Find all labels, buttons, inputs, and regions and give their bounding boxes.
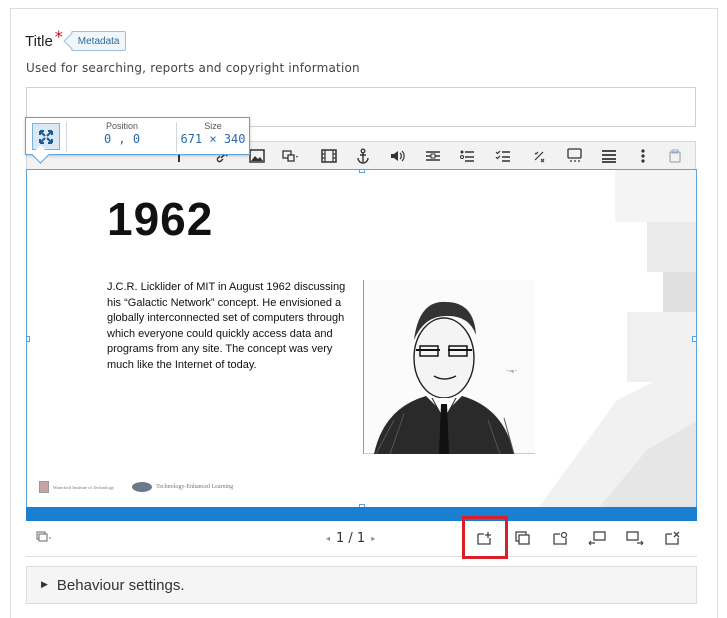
behaviour-settings-toggle[interactable]: ▶ Behaviour settings. bbox=[26, 566, 697, 604]
slide-counter: 1 / 1 bbox=[336, 531, 366, 546]
more-icon[interactable] bbox=[631, 144, 655, 168]
prev-slide-button[interactable]: ◂ bbox=[326, 534, 330, 543]
tel-logo: Technology-Enhanced Learning bbox=[132, 482, 233, 492]
resize-handle-left[interactable] bbox=[27, 336, 30, 342]
wit-logo: Waterford Institute of Technology bbox=[39, 481, 114, 493]
position-value[interactable]: 0 , 0 bbox=[70, 132, 174, 146]
fill-in-blanks-icon[interactable] bbox=[421, 144, 445, 168]
slide-paragraph: J.C.R. Licklider of MIT in August 1962 d… bbox=[107, 281, 346, 371]
copy-slides-icon bbox=[36, 531, 51, 542]
video-icon[interactable] bbox=[317, 144, 341, 168]
fit-to-slide-button[interactable] bbox=[32, 123, 60, 150]
behaviour-settings-label: Behaviour settings. bbox=[56, 576, 185, 594]
delete-slide-icon bbox=[665, 531, 680, 545]
licklider-portrait-image: ~ sig ~ bbox=[363, 280, 535, 455]
new-slide-highlight-box bbox=[462, 516, 508, 559]
single-choice-icon[interactable] bbox=[455, 144, 479, 168]
drag-text-icon[interactable] bbox=[563, 144, 587, 168]
move-slide-right-button[interactable] bbox=[622, 527, 648, 549]
delete-slide-button[interactable] bbox=[660, 527, 686, 549]
tel-logo-text: Technology-Enhanced Learning bbox=[156, 484, 234, 490]
required-marker: * bbox=[54, 26, 63, 46]
background-shape bbox=[615, 170, 696, 222]
shapes-icon[interactable] bbox=[279, 144, 303, 168]
multi-choice-icon[interactable] bbox=[491, 144, 515, 168]
true-false-icon[interactable] bbox=[527, 144, 551, 168]
resize-handle-right[interactable] bbox=[692, 336, 696, 342]
position-size-popover: Position 0 , 0 Size 671 × 340 bbox=[25, 117, 250, 155]
anchor-icon[interactable] bbox=[351, 144, 375, 168]
title-row: Title * Metadata bbox=[25, 27, 127, 51]
summary-icon[interactable] bbox=[597, 144, 621, 168]
position-label: Position bbox=[105, 121, 139, 131]
metadata-button-label: Metadata bbox=[77, 35, 120, 47]
size-field[interactable]: Size 671 × 340 bbox=[178, 121, 248, 146]
slide-logos: Waterford Institute of Technology Techno… bbox=[39, 481, 233, 493]
slide-year-heading: 1962 bbox=[107, 193, 214, 245]
background-shape bbox=[663, 272, 696, 312]
wit-crest-icon bbox=[39, 481, 49, 493]
size-value[interactable]: 671 × 340 bbox=[178, 132, 248, 146]
slide-canvas[interactable]: 1962 J.C.R. Licklider of MIT in August 1… bbox=[26, 169, 697, 509]
svg-text:~ sig ~: ~ sig ~ bbox=[506, 368, 518, 373]
next-slide-button[interactable]: ▸ bbox=[371, 534, 375, 543]
slide-navigation-bar: ◂ 1 / 1 ▸ bbox=[26, 516, 697, 559]
slide-background-icon bbox=[553, 531, 568, 545]
expand-icon bbox=[39, 129, 53, 144]
clone-slide-icon bbox=[515, 531, 530, 545]
wit-logo-text: Waterford Institute of Technology bbox=[53, 484, 115, 490]
metadata-button[interactable]: Metadata bbox=[70, 31, 127, 51]
move-slide-left-icon bbox=[588, 531, 606, 545]
slide-progress-bar bbox=[26, 507, 697, 521]
move-slide-right-icon bbox=[626, 531, 644, 545]
caret-right-icon: ▶ bbox=[41, 580, 48, 590]
position-field[interactable]: Position 0 , 0 bbox=[70, 121, 174, 146]
paste-icon[interactable] bbox=[663, 144, 687, 168]
title-label: Title bbox=[25, 32, 53, 50]
size-label: Size bbox=[204, 121, 222, 131]
background-shape bbox=[647, 222, 696, 272]
tel-mark-icon bbox=[132, 482, 153, 492]
title-description: Used for searching, reports and copyrigh… bbox=[26, 61, 360, 75]
audio-icon[interactable] bbox=[385, 144, 409, 168]
popover-divider bbox=[66, 122, 67, 152]
clone-slide-button[interactable] bbox=[510, 527, 536, 549]
resize-handle-top[interactable] bbox=[359, 170, 365, 173]
slide-thumbnails-toggle[interactable] bbox=[36, 531, 52, 546]
slide-pager: ◂ 1 / 1 ▸ bbox=[326, 531, 375, 546]
popover-divider bbox=[176, 122, 177, 152]
move-slide-left-button[interactable] bbox=[584, 527, 610, 549]
slide-background-button[interactable] bbox=[548, 527, 574, 549]
